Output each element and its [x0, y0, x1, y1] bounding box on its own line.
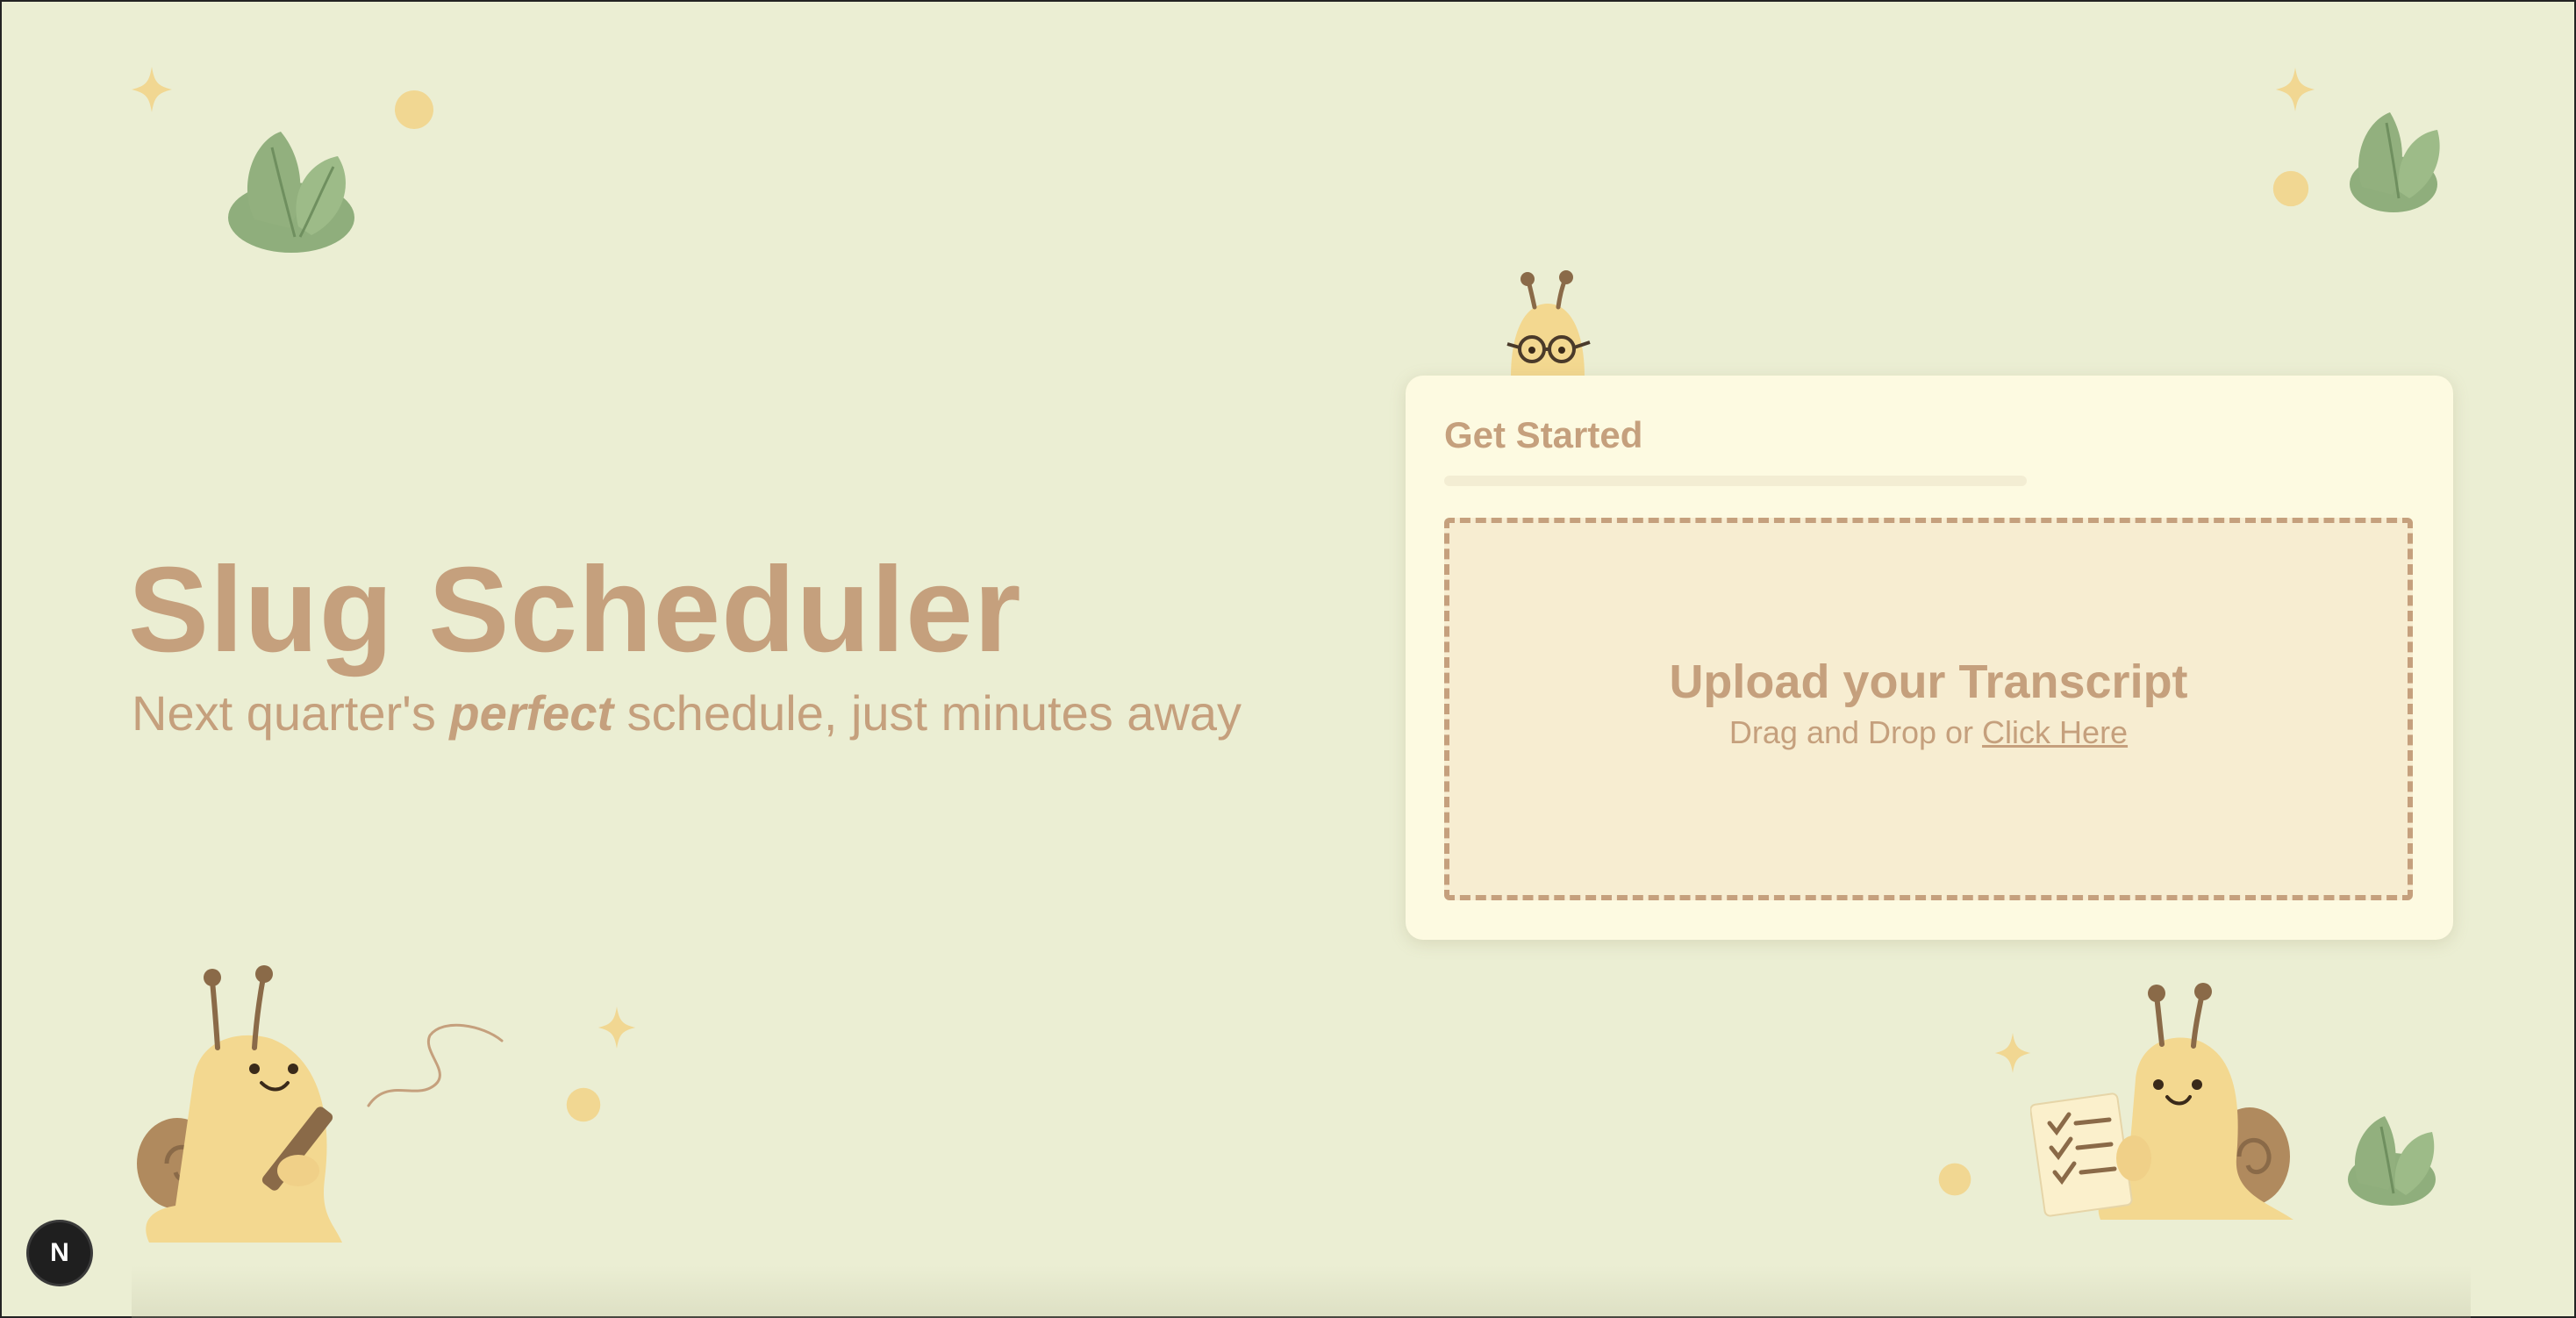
leaf-icon	[2348, 1116, 2436, 1206]
progress-bar	[1444, 476, 2027, 486]
app-title: Slug Scheduler	[128, 542, 1022, 677]
transcript-dropzone[interactable]: Upload your Transcript Drag and Drop or …	[1444, 518, 2413, 900]
dev-tools-badge[interactable]: N	[29, 1222, 90, 1284]
upload-prompt: Drag and Drop or Click Here	[1449, 714, 2408, 751]
dot-icon	[395, 90, 433, 129]
dot-icon	[566, 1087, 601, 1122]
leaf-icon	[2350, 112, 2440, 212]
app-tagline: Next quarter's perfect schedule, just mi…	[132, 683, 1313, 744]
tagline-emphasis: perfect	[449, 685, 614, 741]
upload-prompt-text: Drag and Drop or	[1728, 714, 1983, 750]
sparkle-icon	[597, 1006, 636, 1049]
snail-mascot-glasses-icon	[1506, 270, 1591, 377]
upload-title: Upload your Transcript	[1669, 655, 2188, 708]
card-title: Get Started	[1444, 414, 1643, 455]
sparkle-icon	[2275, 68, 2315, 111]
tagline-end: schedule, just minutes away	[613, 685, 1242, 741]
dot-icon	[2272, 170, 2309, 207]
tagline-start: Next quarter's	[132, 685, 450, 741]
sparkle-icon	[132, 67, 172, 112]
get-started-card: Get Started Upload your Transcript Drag …	[1406, 376, 2453, 940]
hero-section: Slug Scheduler Next quarter's perfect sc…	[128, 544, 1313, 744]
snail-mascot-pencil-icon	[137, 965, 342, 1243]
landing-page: Slug Scheduler Next quarter's perfect sc…	[0, 0, 2576, 1318]
bottom-shadow	[132, 1265, 2471, 1318]
dot-icon	[1938, 1163, 1971, 1196]
squiggle-line-icon	[367, 1023, 504, 1107]
leaf-icon	[228, 132, 354, 253]
click-here-link[interactable]: Click Here	[1982, 714, 2128, 750]
sparkle-icon	[1994, 1033, 2031, 1073]
snail-mascot-checklist-icon	[2030, 983, 2293, 1220]
